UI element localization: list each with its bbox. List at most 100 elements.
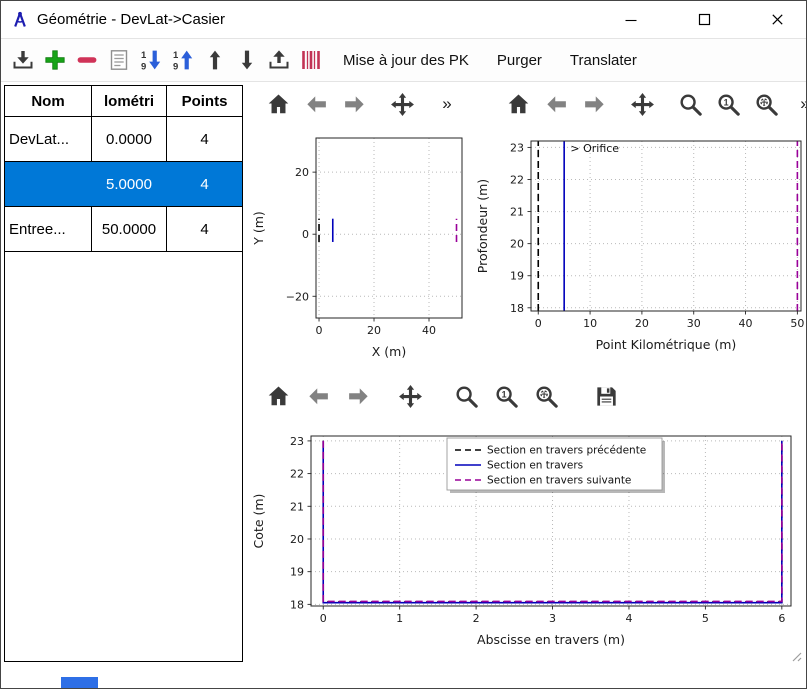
title-bar: Géométrie - DevLat->Casier (1, 1, 806, 38)
column-header-points[interactable]: Points (167, 86, 242, 116)
minimize-button[interactable] (608, 3, 654, 37)
translate-button[interactable]: Translater (556, 44, 651, 76)
cell-points: 4 (167, 207, 242, 251)
profile-zoom-fit-button[interactable] (751, 89, 781, 119)
cross-save-button[interactable] (591, 381, 621, 411)
plan-forward-button[interactable] (339, 89, 369, 119)
svg-text:22: 22 (290, 468, 304, 481)
cell-points: 4 (167, 162, 242, 206)
cross-pan-button[interactable] (395, 381, 425, 411)
cross-section-toolbar (263, 379, 621, 413)
profile-toolbar: » (503, 87, 807, 121)
cross-home-button[interactable] (263, 381, 293, 411)
svg-text:21: 21 (290, 500, 304, 513)
table-row[interactable]: Entree... 50.0000 4 (5, 207, 242, 252)
back-arrow-icon (304, 92, 329, 117)
column-header-pk[interactable]: lométri (92, 86, 167, 116)
sections-table: Nom lométri Points DevLat... 0.0000 4 5.… (4, 85, 243, 662)
edit-button[interactable] (105, 44, 133, 76)
profile-chart[interactable]: 01020304050181920212223> OrificePoint Ki… (471, 129, 806, 371)
svg-text:0: 0 (316, 324, 323, 337)
plan-view-chart[interactable]: 02040−20020X (m)Y (m) (247, 129, 469, 371)
svg-text:2: 2 (473, 612, 480, 625)
zoom-1-icon (494, 384, 519, 409)
main-toolbar: Mise à jour des PK Purger Translater (1, 38, 806, 82)
cell-nom (5, 162, 92, 206)
profile-toolbar-overflow-button[interactable]: » (795, 94, 807, 114)
export-button[interactable] (265, 44, 293, 76)
background-window-fragment (61, 677, 98, 689)
close-icon (771, 13, 784, 26)
pk-stripes-button[interactable] (297, 44, 325, 76)
maximize-button[interactable] (681, 3, 727, 37)
svg-text:4: 4 (625, 612, 632, 625)
delete-row-button[interactable] (73, 44, 101, 76)
cell-nom: Entree... (5, 207, 92, 251)
plan-toolbar-overflow-button[interactable]: » (437, 94, 457, 114)
zoom-icon (678, 92, 703, 117)
window-title: Géométrie - DevLat->Casier (37, 11, 225, 28)
cross-zoom-fit-button[interactable] (531, 381, 561, 411)
home-icon (266, 92, 291, 117)
plan-toolbar: » (263, 87, 457, 121)
svg-text:18: 18 (510, 302, 524, 315)
svg-text:20: 20 (367, 324, 381, 337)
svg-text:20: 20 (510, 238, 524, 251)
svg-text:0: 0 (320, 612, 327, 625)
move-down-button[interactable] (233, 44, 261, 76)
zoom-1-icon (716, 92, 741, 117)
column-header-nom[interactable]: Nom (5, 86, 92, 116)
profile-home-button[interactable] (503, 89, 533, 119)
cell-pk: 5.0000 (92, 162, 167, 206)
svg-text:19: 19 (290, 566, 304, 579)
svg-text:22: 22 (510, 173, 524, 186)
import-button[interactable] (9, 44, 37, 76)
svg-text:21: 21 (510, 206, 524, 219)
table-row-selected[interactable]: 5.0000 4 (5, 162, 242, 207)
table-row[interactable]: DevLat... 0.0000 4 (5, 117, 242, 162)
app-icon (11, 11, 29, 29)
cell-pk: 0.0000 (92, 117, 167, 161)
cross-zoom-1-button[interactable] (491, 381, 521, 411)
sort-ascending-button[interactable] (137, 44, 165, 76)
sort-descending-button[interactable] (169, 44, 197, 76)
svg-text:Section en travers: Section en travers (487, 460, 583, 472)
forward-arrow-icon (582, 92, 607, 117)
plan-home-button[interactable] (263, 89, 293, 119)
cell-points: 4 (167, 117, 242, 161)
arrow-down-icon (235, 48, 259, 72)
cross-zoom-button[interactable] (451, 381, 481, 411)
import-icon (11, 48, 35, 72)
export-icon (267, 48, 291, 72)
svg-text:Section en travers précédente: Section en travers précédente (487, 445, 646, 457)
cross-forward-button[interactable] (343, 381, 373, 411)
add-row-button[interactable] (41, 44, 69, 76)
minimize-icon (625, 14, 637, 26)
profile-forward-button[interactable] (579, 89, 609, 119)
resize-grip[interactable] (788, 648, 804, 664)
svg-text:Point Kilométrique (m): Point Kilométrique (m) (596, 337, 737, 352)
pk-stripes-icon (299, 48, 323, 72)
svg-text:50: 50 (790, 317, 804, 330)
forward-arrow-icon (342, 92, 367, 117)
profile-zoom-1-button[interactable] (713, 89, 743, 119)
svg-text:40: 40 (739, 317, 753, 330)
profile-zoom-button[interactable] (675, 89, 705, 119)
svg-text:0: 0 (535, 317, 542, 330)
plan-pan-button[interactable] (387, 89, 417, 119)
minus-icon (75, 48, 99, 72)
svg-text:23: 23 (290, 435, 304, 448)
purge-button[interactable]: Purger (483, 44, 556, 76)
svg-text:0: 0 (302, 228, 309, 241)
move-up-button[interactable] (201, 44, 229, 76)
profile-pan-button[interactable] (627, 89, 657, 119)
close-button[interactable] (754, 3, 800, 37)
profile-back-button[interactable] (541, 89, 571, 119)
maximize-icon (698, 13, 711, 26)
cross-section-chart[interactable]: 0123456181920212223Abscisse en travers (… (247, 423, 806, 666)
cross-back-button[interactable] (303, 381, 333, 411)
svg-text:Section en travers suivante: Section en travers suivante (487, 475, 631, 487)
update-pk-button[interactable]: Mise à jour des PK (329, 44, 483, 76)
save-floppy-icon (594, 384, 619, 409)
plan-back-button[interactable] (301, 89, 331, 119)
